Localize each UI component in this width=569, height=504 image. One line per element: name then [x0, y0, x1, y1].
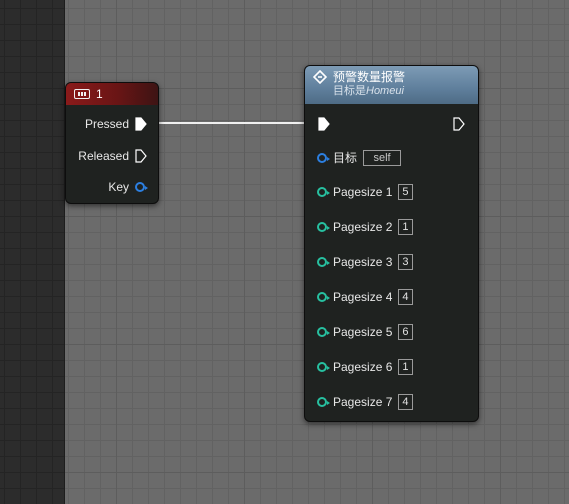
input-pin-row[interactable]: Pagesize 7 4: [317, 394, 413, 410]
input-pin-row[interactable]: Pagesize 4 4: [317, 289, 413, 305]
input-pin-row[interactable]: Pagesize 2 1: [317, 219, 413, 235]
input-value-field[interactable]: 5: [398, 184, 413, 200]
target-value-field[interactable]: self: [363, 149, 402, 166]
keyboard-icon: [74, 89, 90, 99]
function-subtitle: 目标是Homeui: [333, 84, 405, 98]
input-label: Pagesize 7: [333, 395, 393, 409]
pressed-label: Pressed: [84, 117, 129, 131]
input-label: Pagesize 5: [333, 325, 393, 339]
input-pin-row[interactable]: Pagesize 5 6: [317, 324, 413, 340]
input-label: Pagesize 1: [333, 185, 393, 199]
input-value-field[interactable]: 1: [398, 219, 413, 235]
key-struct-pin-icon[interactable]: [135, 182, 148, 192]
key-node-title: 1: [96, 87, 103, 101]
function-call-node[interactable]: 预警数量报警 目标是Homeui 目标 self Pagesize 1 5 Pa…: [304, 65, 479, 422]
target-object-pin-icon[interactable]: [317, 152, 330, 163]
input-pin-row[interactable]: Pagesize 6 1: [317, 359, 413, 375]
released-exec-pin-icon[interactable]: [135, 149, 148, 163]
input-value-field[interactable]: 6: [398, 324, 413, 340]
released-pin-row[interactable]: Released: [78, 149, 148, 163]
target-label: 目标: [333, 151, 358, 165]
input-value-field[interactable]: 4: [398, 289, 413, 305]
input-label: Pagesize 4: [333, 290, 393, 304]
key-event-node[interactable]: 1 Pressed Released Key: [65, 82, 159, 204]
exec-out-pin-icon[interactable]: [453, 117, 466, 131]
input-value-field[interactable]: 1: [398, 359, 413, 375]
input-value-field[interactable]: 4: [398, 394, 413, 410]
int-pin-icon[interactable]: [317, 222, 330, 232]
target-pin-row[interactable]: 目标 self: [317, 149, 402, 166]
function-title: 预警数量报警: [333, 70, 406, 84]
key-label: Key: [108, 180, 129, 194]
int-pin-icon[interactable]: [317, 292, 330, 302]
key-pin-row[interactable]: Key: [108, 180, 148, 194]
input-value-field[interactable]: 3: [398, 254, 413, 270]
subtitle-prefix: 目标是: [333, 85, 366, 97]
int-pin-icon[interactable]: [317, 327, 330, 337]
input-pin-row[interactable]: Pagesize 1 5: [317, 184, 413, 200]
int-pin-icon[interactable]: [317, 187, 330, 197]
input-label: Pagesize 3: [333, 255, 393, 269]
int-pin-icon[interactable]: [317, 362, 330, 372]
subtitle-target: Homeui: [366, 85, 404, 97]
function-icon: [312, 69, 328, 85]
pressed-pin-row[interactable]: Pressed: [85, 117, 148, 131]
input-label: Pagesize 2: [333, 220, 393, 234]
int-pin-icon[interactable]: [317, 257, 330, 267]
input-label: Pagesize 6: [333, 360, 393, 374]
exec-in-pin-icon[interactable]: [318, 117, 331, 131]
exec-wire[interactable]: [0, 0, 569, 504]
graph-sidebar-region: [0, 0, 65, 504]
function-node-header[interactable]: 预警数量报警 目标是Homeui: [305, 66, 478, 104]
released-label: Released: [78, 149, 129, 163]
input-pin-row[interactable]: Pagesize 3 3: [317, 254, 413, 270]
int-pin-icon[interactable]: [317, 397, 330, 407]
key-node-header[interactable]: 1: [66, 83, 158, 105]
pressed-exec-pin-icon[interactable]: [135, 117, 148, 131]
